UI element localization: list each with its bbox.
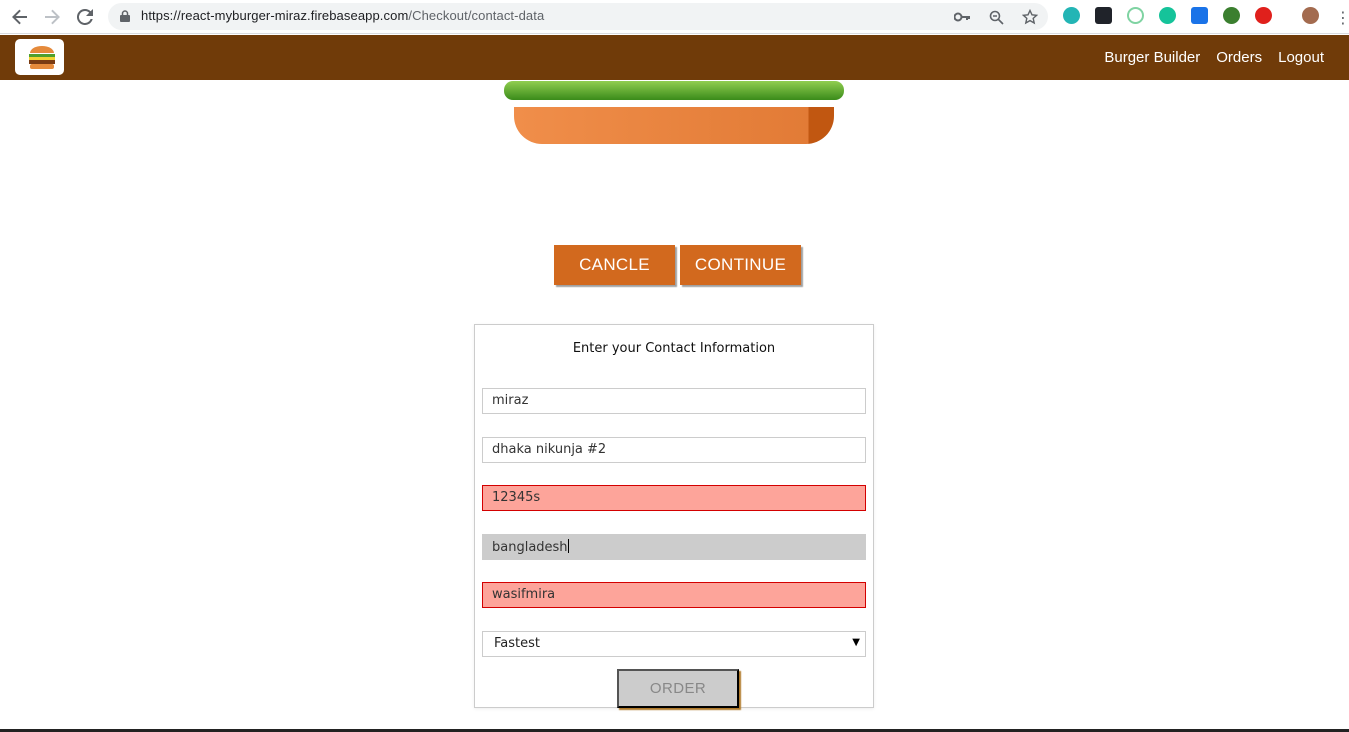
- email-value: wasifmira: [492, 587, 556, 602]
- nav-orders[interactable]: Orders: [1216, 49, 1262, 66]
- lock-icon: [120, 10, 130, 22]
- street-input[interactable]: dhaka nikunja #2: [482, 437, 866, 463]
- main-nav: Burger Builder Orders Logout: [1104, 35, 1324, 80]
- url-text: https://react-myburger-miraz.firebaseapp…: [141, 8, 545, 23]
- delivery-method-select[interactable]: Fastest ▼: [482, 631, 866, 657]
- extension-screen-icon[interactable]: [1191, 7, 1208, 24]
- key-icon[interactable]: [953, 8, 971, 26]
- zoom-icon[interactable]: [987, 8, 1005, 26]
- profile-avatar-icon[interactable]: [1302, 7, 1319, 24]
- zipcode-value: 12345s: [492, 490, 541, 505]
- street-value: dhaka nikunja #2: [492, 442, 607, 457]
- opera-icon[interactable]: [1255, 7, 1272, 24]
- name-input[interactable]: miraz: [482, 388, 866, 414]
- browser-chrome: https://react-myburger-miraz.firebaseapp…: [0, 0, 1349, 34]
- order-button[interactable]: ORDER: [617, 669, 739, 708]
- bookmark-star-icon[interactable]: [1021, 8, 1039, 26]
- burger-logo[interactable]: [15, 39, 64, 75]
- nav-burger-builder[interactable]: Burger Builder: [1104, 49, 1200, 66]
- reload-icon[interactable]: [73, 5, 97, 29]
- burger-salad-layer: [504, 81, 844, 100]
- email-input[interactable]: wasifmira: [482, 582, 866, 608]
- extension-m-icon[interactable]: [1063, 7, 1080, 24]
- contact-form-title: Enter your Contact Information: [572, 341, 776, 356]
- name-value: miraz: [492, 393, 529, 408]
- contact-form: Enter your Contact Information miraz dha…: [474, 324, 874, 708]
- extension-globe-icon[interactable]: [1223, 7, 1240, 24]
- address-bar[interactable]: https://react-myburger-miraz.firebaseapp…: [108, 3, 1048, 30]
- extension-ring-icon[interactable]: [1127, 7, 1144, 24]
- burger-logo-icon: [29, 46, 55, 69]
- burger-bread-bottom: [514, 107, 834, 144]
- country-input[interactable]: bangladesh: [482, 534, 866, 560]
- grammarly-icon[interactable]: [1159, 7, 1176, 24]
- menu-kebab-icon[interactable]: ⋮: [1331, 5, 1349, 29]
- zipcode-input[interactable]: 12345s: [482, 485, 866, 511]
- text-cursor: [567, 539, 569, 553]
- country-value: bangladesh: [492, 540, 568, 555]
- dropdown-arrow-icon: ▼: [852, 637, 860, 648]
- continue-button[interactable]: CONTINUE: [680, 245, 801, 285]
- delivery-method-value: Fastest: [494, 636, 540, 651]
- back-icon[interactable]: [8, 5, 32, 29]
- react-devtools-icon[interactable]: [1095, 7, 1112, 24]
- app-toolbar: Burger Builder Orders Logout: [0, 35, 1349, 80]
- nav-logout[interactable]: Logout: [1278, 49, 1324, 66]
- forward-icon[interactable]: [40, 5, 64, 29]
- cancel-button[interactable]: CANCLE: [554, 245, 675, 285]
